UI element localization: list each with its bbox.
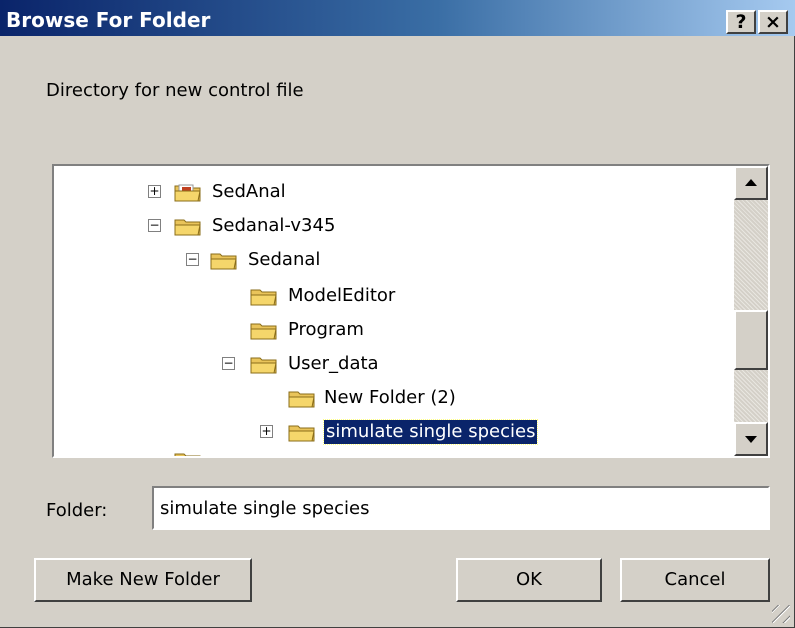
- help-button[interactable]: ?: [726, 10, 756, 34]
- make-new-folder-button[interactable]: Make New Folder: [34, 558, 252, 602]
- ok-button[interactable]: OK: [456, 558, 602, 602]
- tree-node-user-data[interactable]: − User_data: [54, 352, 724, 376]
- open-folder-icon: [210, 253, 237, 270]
- scrollbar-thumb[interactable]: [734, 310, 768, 370]
- tree-node-sedanal-sub[interactable]: − Sedanal: [54, 248, 724, 272]
- window-title: Browse For Folder: [6, 8, 211, 32]
- folder-icon: [250, 289, 277, 306]
- tree-node-program[interactable]: Program: [54, 318, 724, 342]
- selected-tree-node-label: simulate single species: [322, 419, 539, 445]
- folder-icon: [288, 391, 315, 408]
- tree-node-label: User_data: [288, 353, 379, 374]
- tree-node-label: SedAnal: [212, 181, 286, 202]
- tree-node-label: Program: [288, 319, 364, 340]
- expand-icon[interactable]: +: [260, 425, 273, 438]
- tree-node-sedanal[interactable]: + SedAnal: [54, 180, 724, 204]
- scroll-up-button[interactable]: [734, 166, 768, 200]
- folder-icon: [288, 425, 315, 442]
- expand-icon[interactable]: +: [148, 185, 161, 198]
- scroll-down-button[interactable]: [734, 422, 768, 456]
- folder-with-files-icon: [174, 184, 201, 202]
- collapse-icon[interactable]: −: [148, 219, 161, 232]
- resize-grip[interactable]: [772, 605, 790, 623]
- collapse-icon[interactable]: −: [222, 357, 235, 370]
- tree-node-label: New Folder (2): [324, 387, 456, 408]
- tree-node-label: Sedanal-v345: [212, 215, 336, 236]
- folder-icon: [250, 323, 277, 340]
- folder-tree[interactable]: + SedAnal − Sedanal-v345 − Sedanal Model…: [52, 164, 770, 458]
- tree-node-simulate-single-species[interactable]: + simulate single species: [54, 419, 724, 445]
- tree-node-modeleditor[interactable]: ModelEditor: [54, 284, 724, 308]
- folder-icon: [174, 453, 201, 456]
- title-bar[interactable]: Browse For Folder ? ×: [0, 0, 795, 36]
- folder-field-label: Folder:: [46, 500, 108, 521]
- tree-node-new-folder-2[interactable]: New Folder (2): [54, 386, 724, 410]
- tree-node-sedanal-v345[interactable]: − Sedanal-v345: [54, 214, 724, 238]
- browse-for-folder-dialog: Browse For Folder ? × Directory for new …: [0, 0, 795, 628]
- collapse-icon[interactable]: −: [186, 253, 199, 266]
- cancel-button[interactable]: Cancel: [620, 558, 770, 602]
- tree-node-label: ModelEditor: [288, 285, 396, 306]
- dialog-prompt: Directory for new control file: [46, 80, 304, 101]
- open-folder-icon: [250, 357, 277, 374]
- arrow-up-icon: [745, 179, 757, 186]
- tree-node-label: Sedanal: [248, 249, 321, 270]
- open-folder-icon: [174, 219, 201, 236]
- folder-name-input[interactable]: [152, 486, 770, 530]
- arrow-down-icon: [745, 436, 757, 443]
- folder-tree-viewport: + SedAnal − Sedanal-v345 − Sedanal Model…: [54, 166, 732, 456]
- vertical-scrollbar[interactable]: [734, 166, 768, 456]
- close-button[interactable]: ×: [758, 10, 788, 34]
